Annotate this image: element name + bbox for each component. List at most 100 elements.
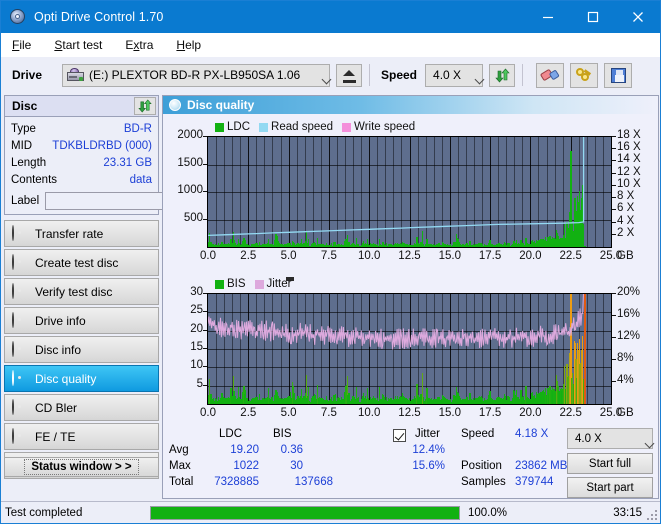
save-button[interactable] [604, 62, 633, 88]
application-window: Opti Drive Control 1.70 FFileile Start t… [0, 0, 661, 524]
x-tick-label: 12.5 [398, 250, 421, 262]
jitter-max: 15.6% [412, 460, 445, 472]
menu-file[interactable]: FFileile [10, 36, 42, 54]
x-tick-label: 5.0 [280, 407, 297, 419]
y2-tick-label: 4% [617, 374, 634, 386]
sidebar-item-create-test-disc[interactable]: Create test disc [4, 249, 159, 276]
start-part-button[interactable]: Start part [567, 477, 653, 498]
x-tick-label: 15.0 [438, 250, 461, 262]
y2-tick-label: 8% [617, 352, 634, 364]
disc-row-length: Length 23.31 GB [5, 154, 158, 171]
stats-position-label: Position [461, 460, 502, 472]
disc-icon [12, 225, 27, 241]
status-text: Test completed [5, 506, 83, 519]
progress-percent: 100.0% [468, 506, 508, 519]
disc-value-type: BD-R [123, 122, 152, 135]
y2-tick-label: 16 X [617, 141, 641, 154]
drive-select[interactable]: (E:) PLEXTOR BD-R PX-LB950SA 1.06 [62, 63, 330, 87]
menu-help[interactable]: Help [174, 36, 212, 54]
sidebar-label: CD Bler [35, 400, 78, 415]
sidebar-item-verify-test-disc[interactable]: Verify test disc [4, 278, 159, 305]
disc-icon [12, 254, 27, 270]
disc-panel-title: Disc [12, 99, 38, 113]
speed-value: 4.0 X [433, 68, 462, 82]
legend-swatch-jitter [254, 279, 264, 289]
menu-start-test[interactable]: Start test [52, 36, 113, 54]
drive-label: Drive [12, 68, 43, 82]
jitter-avg: 12.4% [412, 444, 445, 456]
maximize-icon[interactable] [570, 1, 615, 32]
left-sidebar: Disc Type BD-R MID TDKBLDRBD (000) Lengt… [4, 95, 248, 499]
menu-extra[interactable]: Extra [123, 36, 164, 54]
erase-button[interactable] [536, 62, 565, 88]
refresh-icon [494, 68, 510, 83]
eraser-icon [539, 65, 560, 85]
title-bar: Opti Drive Control 1.70 [1, 1, 660, 33]
disc-icon [169, 99, 181, 111]
y2-tick-label: 8 X [617, 190, 635, 203]
sidebar-label: Verify test disc [35, 284, 113, 299]
disc-label-row: Label [5, 188, 248, 214]
eject-button[interactable] [336, 63, 362, 87]
sidebar-item-transfer-rate[interactable]: Transfer rate [4, 220, 159, 247]
jitter-label: Jitter [415, 428, 440, 440]
sidebar-item-disc-info[interactable]: Disc info [4, 336, 159, 363]
status-window-button[interactable]: Status window > > [4, 457, 159, 477]
ldc-chart: LDC Read speed Write speed 2000 1500 1000 500 1… [163, 114, 658, 269]
x-axis-label: GB [617, 250, 634, 262]
disc-value-contents: data [129, 173, 152, 186]
stats-bis-avg: 0.36 [280, 444, 303, 456]
chart-legend: BIS Jitter [215, 278, 300, 290]
disc-quality-panel: Disc quality LDC Read speed Write speed 200… [162, 95, 659, 499]
sidebar-item-drive-info[interactable]: Drive info [4, 307, 159, 334]
test-speed-select[interactable]: 4.0 X [567, 428, 653, 449]
toolbar-divider-2 [522, 64, 524, 86]
disc-icon [12, 399, 27, 415]
x-tick-label: 2.5 [240, 407, 257, 419]
stats-panel: LDC BIS Avg Max Total 19.20 1022 7328885… [163, 426, 658, 498]
start-full-button[interactable]: Start full [567, 453, 653, 474]
toolbar-divider-1 [369, 64, 370, 86]
close-icon[interactable] [615, 1, 660, 32]
progress-bar [150, 505, 460, 520]
panel-header: Disc quality [163, 96, 658, 114]
legend-label-ldc: LDC [227, 121, 251, 133]
nav-list: Transfer rate Create test disc Verify te… [4, 220, 159, 479]
disc-label-key: Label [11, 195, 40, 207]
start-full-label: Start full [588, 457, 632, 470]
sidebar-item-disc-quality[interactable]: Disc quality [4, 365, 159, 392]
jitter-checkbox[interactable] [393, 429, 406, 442]
disc-key-mid: MID [11, 139, 33, 152]
refresh-icon [137, 99, 153, 114]
y2-tick-label: 2 X [617, 226, 635, 239]
floppy-save-icon [610, 67, 626, 83]
x-tick-label: 20.0 [519, 407, 542, 419]
minimize-icon[interactable] [525, 1, 570, 32]
elapsed-time: 33:15 [613, 506, 642, 519]
chart-legend: LDC Read speed Write speed [215, 121, 424, 133]
y-tick-label: 30 [190, 286, 203, 298]
legend-label-read-speed: Read speed [271, 121, 334, 133]
disc-row-type: Type BD-R [5, 120, 158, 137]
refresh-button[interactable] [489, 63, 516, 87]
y2-tick-label: 18 X [617, 129, 641, 141]
stats-col-ldc: LDC [219, 428, 243, 440]
sidebar-item-cd-bler[interactable]: CD Bler [4, 394, 159, 421]
y-tick-label: 5 [196, 377, 203, 390]
stats-row-avg: Avg [169, 444, 189, 456]
x-axis-label: GB [617, 407, 634, 419]
disc-icon [12, 283, 27, 299]
stats-ldc-avg: 19.20 [230, 444, 259, 456]
keys-button[interactable] [570, 62, 599, 88]
speed-select[interactable]: 4.0 X [425, 63, 484, 87]
sidebar-item-fe-te[interactable]: FE / TE [4, 423, 159, 450]
start-part-label: Start part [586, 481, 634, 494]
sidebar-label: Transfer rate [35, 226, 104, 241]
disc-icon [12, 370, 27, 386]
x-tick-label: 17.5 [478, 250, 502, 262]
y-tick-label: 1500 [177, 156, 203, 169]
resize-grip[interactable] [647, 510, 657, 520]
x-tick-label: 12.5 [398, 407, 421, 419]
disc-refresh-button[interactable] [134, 97, 156, 115]
stats-speed-label: Speed [461, 428, 495, 440]
